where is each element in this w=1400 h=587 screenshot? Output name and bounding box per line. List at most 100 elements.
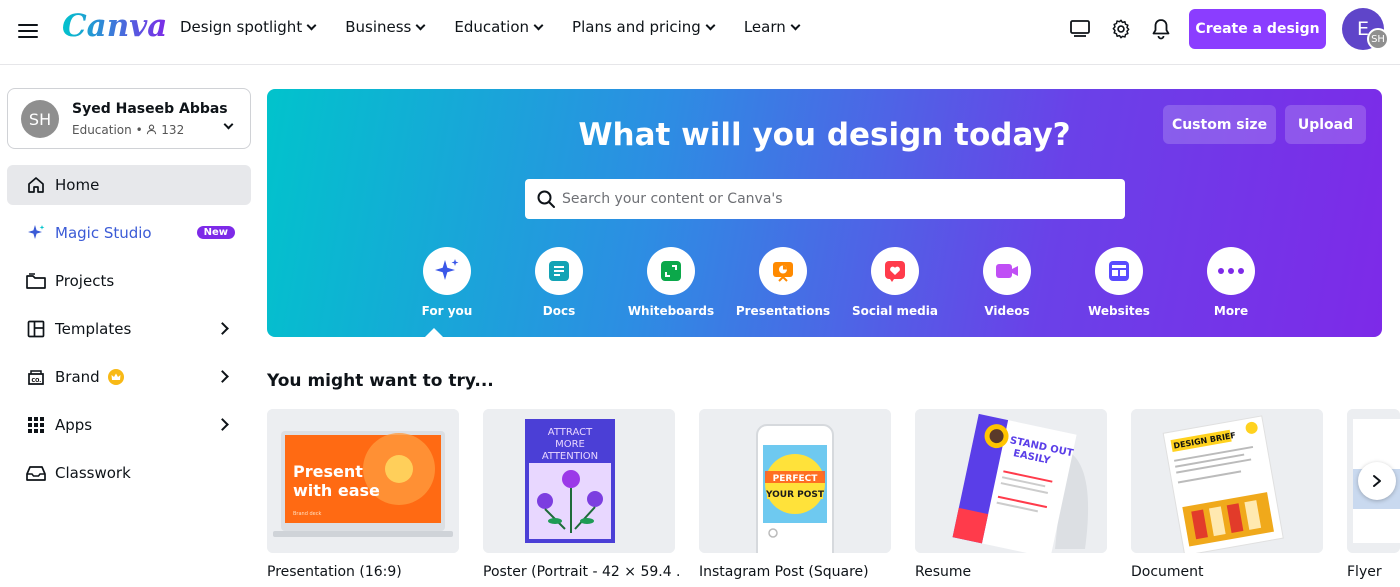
nav-business[interactable]: Business [345, 18, 426, 36]
folder-icon [25, 270, 47, 292]
category-videos[interactable]: Videos [951, 247, 1063, 318]
sparkle-icon [25, 222, 47, 244]
upload-button[interactable]: Upload [1285, 105, 1366, 144]
search-icon [536, 189, 556, 209]
sidebar-item-home[interactable]: Home [7, 165, 251, 205]
card-presentation[interactable]: Present with ease Brand deck [267, 409, 459, 553]
sidebar: SH Syed Haseeb Abbas Education • 132 Hom… [0, 66, 258, 587]
nav-education[interactable]: Education [454, 18, 544, 36]
sidebar-item-classwork[interactable]: Classwork [7, 453, 251, 493]
inbox-icon [25, 462, 47, 484]
category-docs[interactable]: Docs [503, 247, 615, 318]
docs-icon [535, 247, 583, 295]
svg-text:YOUR POST: YOUR POST [765, 490, 825, 500]
bell-icon[interactable] [1149, 17, 1173, 41]
card-poster[interactable]: ATTRACT MORE ATTENTION [483, 409, 675, 553]
members-icon [146, 123, 161, 137]
account-members: 132 [161, 123, 185, 137]
search-bar [525, 179, 1125, 219]
account-avatar: SH [21, 100, 59, 138]
presentation-icon [759, 247, 807, 295]
svg-text:ATTRACT: ATTRACT [548, 427, 593, 438]
category-label: Websites [1088, 304, 1150, 318]
more-icon [1207, 247, 1255, 295]
chevron-down-icon [790, 20, 801, 30]
video-icon [983, 247, 1031, 295]
category-label: For you [421, 304, 473, 318]
document-thumbnail: DESIGN BRIEF [1131, 409, 1323, 553]
card-art-sub: Brand deck [293, 511, 321, 517]
nav-label: Learn [743, 18, 786, 36]
hero-banner: What will you design today? Custom size … [267, 89, 1382, 337]
card-label[interactable]: Poster (Portrait - 42 × 59.4 ... [483, 564, 679, 580]
sidebar-item-label: Templates [55, 320, 132, 338]
svg-text:CO.: CO. [32, 378, 42, 384]
nav-label: Design spotlight [180, 18, 303, 36]
sidebar-item-projects[interactable]: Projects [7, 261, 251, 301]
nav-learn[interactable]: Learn [743, 18, 801, 36]
templates-icon [25, 318, 47, 340]
menu-icon[interactable] [18, 20, 38, 44]
sidebar-item-label: Apps [55, 416, 93, 434]
sidebar-item-templates[interactable]: Templates [7, 309, 251, 349]
category-label: More [1213, 304, 1249, 318]
sidebar-item-label: Magic Studio [55, 224, 152, 242]
card-document[interactable]: DESIGN BRIEF [1131, 409, 1323, 553]
sidebar-item-magic-studio[interactable]: Magic Studio New [7, 213, 251, 253]
category-label: Social media [852, 304, 938, 318]
card-art-title: Present [293, 462, 363, 481]
nav-label: Education [454, 18, 530, 36]
account-switcher[interactable]: SH Syed Haseeb Abbas Education • 132 [7, 88, 251, 149]
svg-text:ATTENTION: ATTENTION [542, 451, 598, 462]
category-social-media[interactable]: Social media [839, 247, 951, 318]
category-whiteboards[interactable]: Whiteboards [615, 247, 727, 318]
category-label: Videos [984, 304, 1030, 318]
nav-label: Business [345, 18, 412, 36]
apps-grid-icon [25, 414, 47, 436]
create-design-button[interactable]: Create a design [1189, 9, 1326, 49]
brand-icon: CO. [25, 366, 47, 388]
design-categories: For you Docs Whiteboards Presentations S… [391, 247, 1287, 318]
category-websites[interactable]: Websites [1063, 247, 1175, 318]
resume-thumbnail: STAND OUT EASILY [915, 409, 1107, 553]
sidebar-item-apps[interactable]: Apps [7, 405, 251, 445]
card-label[interactable]: Instagram Post (Square) [699, 564, 895, 580]
sidebar-item-label: Home [55, 176, 100, 194]
carousel-next-button[interactable] [1358, 462, 1396, 500]
account-plan: Education [72, 123, 132, 137]
category-label: Docs [542, 304, 576, 318]
svg-text:PERFECT: PERFECT [773, 474, 819, 484]
svg-text:MORE: MORE [555, 439, 585, 450]
card-label[interactable]: Flyer [1347, 564, 1400, 580]
sidebar-item-label: Classwork [55, 464, 131, 482]
crown-icon [107, 369, 124, 385]
search-input[interactable] [562, 191, 1102, 207]
card-label[interactable]: Resume [915, 564, 1111, 580]
canva-logo[interactable]: Canva [62, 8, 167, 44]
website-icon [1095, 247, 1143, 295]
sidebar-item-brand[interactable]: CO. Brand [7, 357, 251, 397]
gear-icon[interactable] [1109, 17, 1133, 41]
category-presentations[interactable]: Presentations [727, 247, 839, 318]
nav-label: Plans and pricing [572, 18, 701, 36]
svg-text:with ease: with ease [293, 481, 380, 500]
main-nav: Design spotlight Business Education Plan… [180, 18, 801, 36]
card-label[interactable]: Document [1131, 564, 1327, 580]
chevron-right-icon [216, 418, 229, 431]
card-instagram-post[interactable]: PERFECT YOUR POST [699, 409, 891, 553]
sidebar-item-label: Projects [55, 272, 115, 290]
sidebar-item-label: Brand [55, 368, 100, 386]
nav-plans-pricing[interactable]: Plans and pricing [572, 18, 716, 36]
account-name: Syed Haseeb Abbas [72, 101, 228, 117]
poster-thumbnail: ATTRACT MORE ATTENTION [483, 409, 675, 553]
custom-size-button[interactable]: Custom size [1163, 105, 1276, 144]
nav-design-spotlight[interactable]: Design spotlight [180, 18, 317, 36]
monitor-icon[interactable] [1068, 17, 1092, 41]
whiteboard-icon [647, 247, 695, 295]
category-more[interactable]: More [1175, 247, 1287, 318]
chevron-right-icon [1373, 475, 1381, 487]
card-resume[interactable]: STAND OUT EASILY [915, 409, 1107, 553]
card-label[interactable]: Presentation (16:9) [267, 564, 463, 580]
selected-indicator [425, 328, 443, 337]
category-for-you[interactable]: For you [391, 247, 503, 318]
